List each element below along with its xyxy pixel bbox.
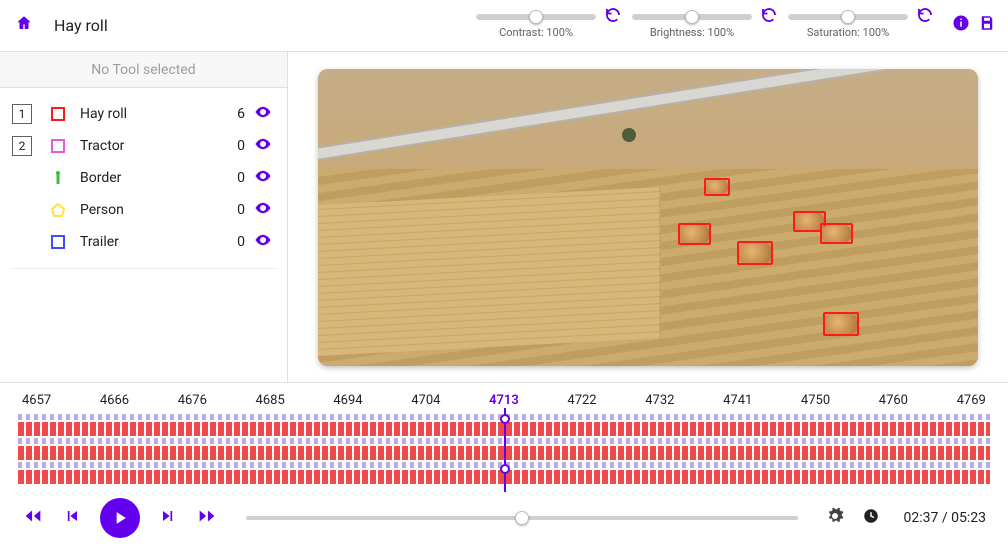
harvested-area [318,187,661,356]
frame-number[interactable]: 4760 [879,393,908,408]
playhead[interactable] [504,408,506,492]
frame-number[interactable]: 4722 [567,393,596,408]
bounding-box[interactable] [704,178,730,196]
frame-number[interactable]: 4657 [22,393,51,408]
label-shape-icon [46,170,70,186]
progress-thumb[interactable] [515,511,529,525]
label-row[interactable]: Trailer0 [10,226,277,258]
label-row[interactable]: Border0 [10,162,277,194]
label-count: 6 [227,106,251,122]
frame-number[interactable]: 4769 [957,393,986,408]
brightness-label: Brightness: 100% [650,26,734,39]
visibility-toggle-icon[interactable] [251,231,275,253]
playhead-dot-icon [500,464,510,474]
time-display: 02:37 / 05:23 [904,510,986,526]
saturation-reset-icon[interactable] [914,4,936,47]
label-shape-icon [46,106,70,122]
brightness-thumb[interactable] [685,10,699,24]
save-icon[interactable] [978,14,996,37]
fast-forward-button[interactable] [196,505,218,532]
progress-slider[interactable] [246,513,798,523]
visibility-toggle-icon[interactable] [251,135,275,157]
visibility-toggle-icon[interactable] [251,167,275,189]
label-hotkey: 1 [12,104,32,124]
brightness-reset-icon[interactable] [758,4,780,47]
playhead-dot-icon [500,414,510,424]
frame-number[interactable]: 4713 [489,393,519,408]
label-row[interactable]: Person0 [10,194,277,226]
clock-icon[interactable] [862,507,880,529]
bounding-box[interactable] [737,241,773,265]
frame-number[interactable]: 4741 [723,393,752,408]
label-row[interactable]: 1 Hay roll6 [10,98,277,130]
label-row[interactable]: 2 Tractor0 [10,130,277,162]
contrast-slider[interactable] [476,12,596,22]
label-name: Hay roll [80,106,227,122]
label-name: Person [80,202,227,218]
info-icon[interactable] [952,14,970,37]
frame-number[interactable]: 4732 [645,393,674,408]
settings-icon[interactable] [826,507,844,529]
image-viewer[interactable] [318,69,978,366]
contrast-thumb[interactable] [529,10,543,24]
label-hotkey: 2 [12,136,32,156]
label-shape-icon [46,234,70,250]
prev-frame-button[interactable] [62,506,82,531]
label-shape-icon [46,138,70,154]
page-title: Hay roll [54,16,108,35]
home-icon[interactable] [12,14,36,37]
visibility-toggle-icon[interactable] [251,103,275,125]
play-button[interactable] [100,498,140,538]
label-count: 0 [227,138,251,154]
label-name: Tractor [80,138,227,154]
frame-number[interactable]: 4685 [256,393,285,408]
label-shape-icon [46,202,70,218]
bounding-box[interactable] [820,223,853,244]
contrast-reset-icon[interactable] [602,4,624,47]
frame-number[interactable]: 4694 [333,393,362,408]
label-name: Border [80,170,227,186]
saturation-thumb[interactable] [841,10,855,24]
label-count: 0 [227,170,251,186]
label-count: 0 [227,202,251,218]
bounding-box[interactable] [823,312,859,336]
field-background [318,69,978,182]
contrast-label: Contrast: 100% [499,26,573,39]
bounding-box[interactable] [678,223,711,245]
frame-number[interactable]: 4750 [801,393,830,408]
tool-header: No Tool selected [0,52,287,88]
saturation-label: Saturation: 100% [807,26,889,39]
annotation-tracks[interactable] [18,414,990,488]
brightness-slider[interactable] [632,12,752,22]
saturation-slider[interactable] [788,12,908,22]
frame-number[interactable]: 4666 [100,393,129,408]
label-name: Trailer [80,234,227,250]
rewind-button[interactable] [22,505,44,532]
tree-icon [622,128,636,142]
frame-number[interactable]: 4704 [411,393,440,408]
visibility-toggle-icon[interactable] [251,199,275,221]
frame-number[interactable]: 4676 [178,393,207,408]
label-count: 0 [227,234,251,250]
next-frame-button[interactable] [158,506,178,531]
